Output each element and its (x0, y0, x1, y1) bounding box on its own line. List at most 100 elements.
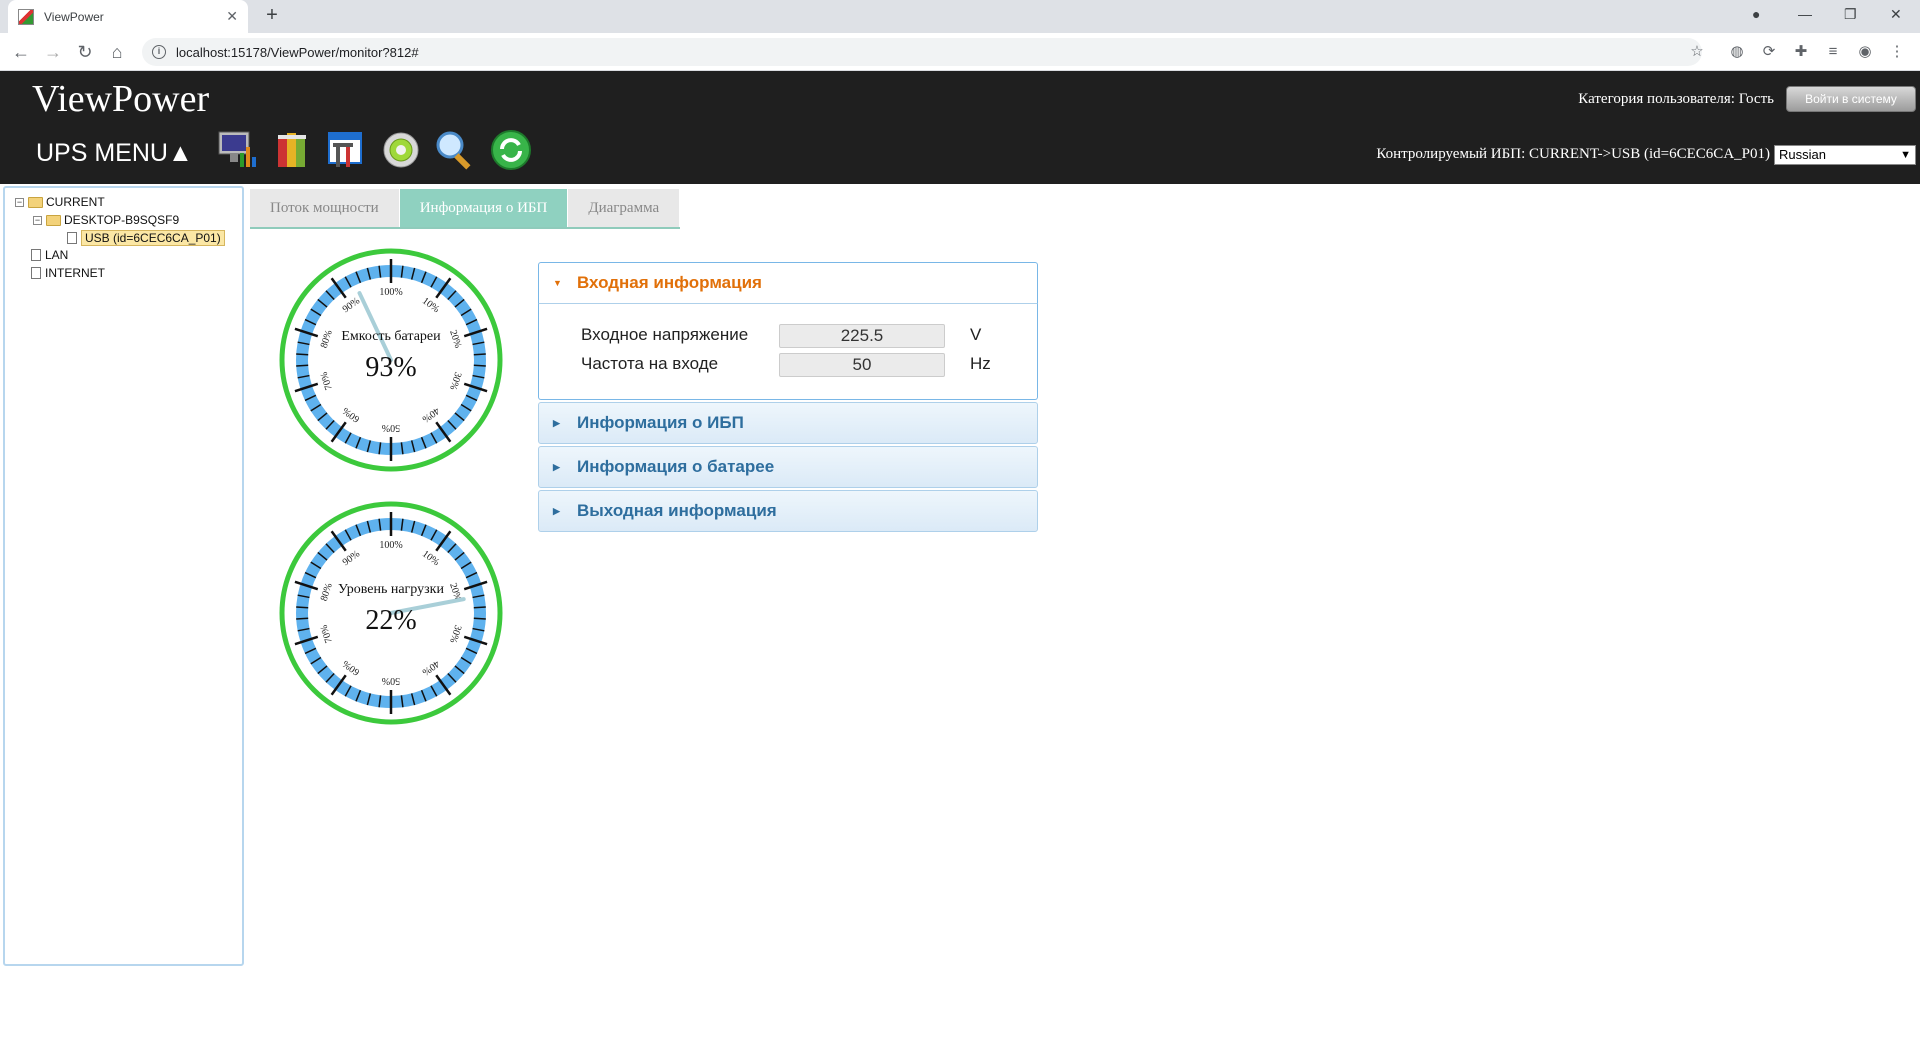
monitor-chart-icon[interactable] (216, 129, 258, 171)
accordion-body-input: Входное напряжение 225.5 V Частота на вх… (538, 304, 1038, 400)
gauge-tick (473, 606, 486, 609)
translate-icon[interactable]: ◍ (1728, 43, 1746, 61)
battery-capacity-gauge: 100%10%20%30%40%50%60%70%80%90%Емкость б… (279, 248, 503, 472)
extension-sync-icon[interactable]: ⟳ (1760, 43, 1778, 61)
monitored-ups: Контролируемый ИБП: CURRENT->USB (id=6CE… (1376, 146, 1770, 162)
device-tree: − CURRENT − DESKTOP-B9SQSF9 USB (id=6CEC… (3, 186, 244, 966)
triangle-right-icon: ▶ (553, 461, 560, 472)
home-icon[interactable]: ⌂ (107, 42, 127, 62)
tab-power-flow[interactable]: Поток мощности (250, 189, 400, 227)
gauge-tick (473, 364, 486, 367)
page-tabs: Поток мощности Информация о ИБП Диаграмм… (250, 189, 681, 229)
accordion-battery: ▶ Информация о батарее (538, 446, 1038, 488)
site-info-icon[interactable]: i (152, 45, 166, 59)
viewpower-favicon-icon (18, 8, 34, 25)
gauge-value: 93% (365, 352, 416, 383)
new-tab-icon[interactable]: + (260, 4, 284, 27)
chevron-down-icon: ▼ (1900, 149, 1911, 161)
close-tab-icon[interactable]: ✕ (226, 8, 238, 25)
language-value: Russian (1779, 147, 1826, 162)
gauge-tick (296, 364, 309, 367)
gauge-tick (296, 606, 309, 609)
gauge-tick-label: 100% (379, 287, 402, 298)
user-category: Категория пользователя: Гость (1578, 91, 1774, 107)
accordion-header-input[interactable]: ▼ Входная информация (538, 262, 1038, 304)
reload-icon[interactable]: ↻ (75, 42, 95, 62)
input-voltage-unit: V (970, 325, 982, 344)
gauge-tick (296, 353, 309, 356)
accordion-title-output: Выходная информация (577, 501, 777, 520)
profile-avatar-icon[interactable]: ◉ (1856, 43, 1874, 61)
accordion-header-ups[interactable]: ▶ Информация о ИБП (538, 402, 1038, 444)
accordion-title-input: Входная информация (577, 273, 762, 292)
restore-icon[interactable]: ❐ (1844, 6, 1857, 23)
back-icon[interactable]: ← (11, 42, 31, 62)
folder-icon (46, 214, 61, 226)
language-select[interactable]: Russian ▼ (1774, 145, 1916, 165)
file-icon (31, 249, 41, 261)
address-bar[interactable]: i localhost:15178/ViewPower/monitor?812# (142, 38, 1702, 66)
profile-dropdown-icon[interactable]: ● (1752, 6, 1760, 22)
accordion-header-battery[interactable]: ▶ Информация о батарее (538, 446, 1038, 488)
gauge-tick (296, 617, 309, 620)
accordion-header-output[interactable]: ▶ Выходная информация (538, 490, 1038, 532)
extensions-puzzle-icon[interactable]: ✚ (1792, 43, 1810, 61)
books-icon[interactable] (272, 129, 314, 171)
refresh-icon[interactable] (490, 129, 532, 171)
tree-label-current: CURRENT (46, 195, 105, 209)
accordion-output: ▶ Выходная информация (538, 490, 1038, 532)
input-frequency-unit: Hz (970, 354, 991, 373)
triangle-right-icon: ▶ (553, 417, 560, 428)
input-frequency-label: Частота на входе (581, 354, 719, 373)
tab-ups-info[interactable]: Информация о ИБП (399, 189, 569, 227)
gauge-tick-label: 50% (382, 675, 400, 686)
input-frequency-value: 50 (779, 353, 945, 377)
bookmark-star-icon[interactable]: ☆ (1688, 43, 1706, 61)
collapse-icon[interactable]: − (33, 215, 42, 225)
accordion-title-battery: Информация о батарее (577, 457, 775, 476)
collapse-icon[interactable]: − (15, 197, 24, 207)
browser-menu-icon[interactable]: ⋮ (1888, 43, 1906, 61)
tab-chart[interactable]: Диаграмма (568, 189, 681, 227)
tree-node-internet[interactable]: INTERNET (31, 266, 105, 280)
tree-node-usb[interactable]: USB (id=6CEC6CA_P01) (67, 230, 225, 246)
viewpower-logo: ViewPower (32, 78, 210, 120)
app-header: ViewPower UPS MENU▲ Категория пользовате… (0, 71, 1920, 184)
input-voltage-value: 225.5 (779, 324, 945, 348)
tree-label-desktop: DESKTOP-B9SQSF9 (64, 213, 180, 227)
tree-node-desktop[interactable]: − DESKTOP-B9SQSF9 (33, 213, 179, 227)
close-window-icon[interactable]: ✕ (1890, 6, 1902, 23)
gauge-value: 22% (365, 605, 416, 636)
file-icon (31, 267, 41, 279)
load-level-gauge: 100%10%20%30%40%50%60%70%80%90%Уровень н… (279, 501, 503, 725)
browser-toolbar: ← → ↻ ⌂ i localhost:15178/ViewPower/moni… (0, 33, 1920, 71)
triangle-right-icon: ▶ (553, 505, 560, 516)
accordion-title-ups: Информация о ИБП (577, 413, 744, 432)
login-button[interactable]: Войти в систему (1786, 86, 1916, 112)
minimize-icon[interactable]: — (1798, 6, 1812, 22)
input-voltage-label: Входное напряжение (581, 325, 749, 344)
tree-label-internet: INTERNET (45, 266, 105, 280)
search-icon[interactable] (434, 129, 476, 171)
url-text: localhost:15178/ViewPower/monitor?812# (176, 44, 419, 60)
tree-label-usb: USB (id=6CEC6CA_P01) (81, 230, 225, 246)
reading-list-icon[interactable]: ≡ (1824, 43, 1842, 61)
forward-icon[interactable]: → (43, 42, 63, 62)
accordion-ups: ▶ Информация о ИБП (538, 402, 1038, 444)
browser-tab-title: ViewPower (44, 9, 104, 24)
browser-tabstrip: ViewPower ✕ + ● — ❐ ✕ (0, 0, 1920, 33)
gauge-tick-label: 100% (379, 540, 402, 551)
tree-label-lan: LAN (45, 248, 69, 262)
tree-node-current[interactable]: − CURRENT (15, 195, 105, 209)
file-icon (67, 232, 77, 244)
gear-icon[interactable] (380, 129, 422, 171)
accordion-input: ▼ Входная информация Входное напряжение … (538, 262, 1038, 400)
settings-tools-icon[interactable] (326, 129, 368, 171)
folder-icon (28, 196, 43, 208)
tree-node-lan[interactable]: LAN (31, 248, 68, 262)
browser-tab[interactable]: ViewPower ✕ (8, 0, 248, 33)
ups-menu-button[interactable]: UPS MENU▲ (36, 139, 193, 168)
gauge-tick-label: 50% (382, 422, 400, 433)
gauge-label: Емкость батареи (341, 329, 441, 344)
gauge-tick (473, 353, 486, 356)
